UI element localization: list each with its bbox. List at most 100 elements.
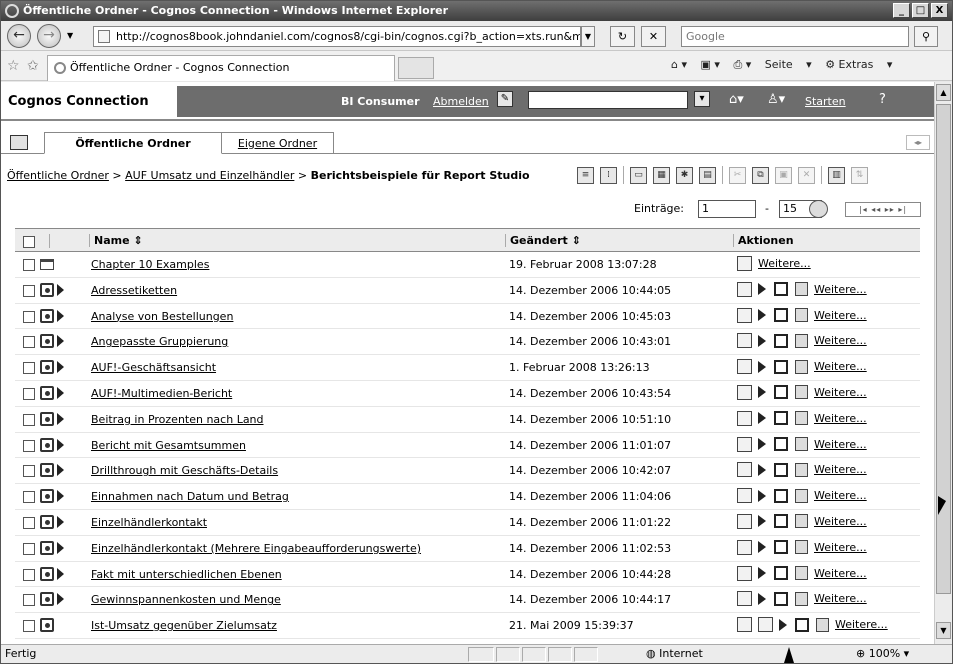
row-checkbox[interactable] xyxy=(23,465,35,478)
run-report-icon[interactable] xyxy=(57,412,64,425)
set-properties-icon[interactable] xyxy=(737,359,752,375)
run-report-icon[interactable] xyxy=(57,335,64,348)
run-report-icon[interactable] xyxy=(57,438,64,451)
row-checkbox[interactable] xyxy=(23,387,35,400)
set-properties-icon[interactable] xyxy=(737,410,752,426)
tools-menu[interactable]: ⚙ Extras ▾ xyxy=(825,58,892,71)
tab-my-folders[interactable]: Eigene Ordner xyxy=(222,132,334,154)
view-output-icon[interactable] xyxy=(795,462,808,477)
list-view-icon[interactable]: ≡ xyxy=(577,166,594,184)
set-properties-icon[interactable] xyxy=(737,256,752,271)
paste-icon[interactable]: ▣ xyxy=(775,166,792,184)
schedule-icon[interactable] xyxy=(774,308,788,323)
row-checkbox[interactable] xyxy=(23,336,35,349)
entries-from-input[interactable]: 1 xyxy=(698,200,756,218)
scroll-down-icon[interactable]: ▼ xyxy=(936,622,951,639)
row-checkbox[interactable] xyxy=(23,259,35,271)
maximize-button[interactable]: □ xyxy=(912,3,929,18)
view-output-icon[interactable] xyxy=(795,282,808,297)
schedule-icon[interactable] xyxy=(774,437,788,452)
forward-button[interactable]: → xyxy=(37,24,61,48)
minimize-button[interactable]: _ xyxy=(893,3,910,18)
column-changed[interactable]: Geändert ⇕ xyxy=(505,234,581,247)
details-view-icon[interactable]: ⁞ xyxy=(600,166,617,184)
run-with-options-icon[interactable] xyxy=(758,463,766,476)
more-link[interactable]: Weitere... xyxy=(814,567,867,580)
view-output-icon[interactable] xyxy=(795,385,808,400)
cut-icon[interactable]: ✂ xyxy=(729,166,746,184)
entry-name-link[interactable]: Ist-Umsatz gegenüber Zielumsatz xyxy=(91,619,277,632)
entry-name-link[interactable]: Einzelhändlerkontakt xyxy=(91,516,207,529)
search-icon[interactable]: ⚲ xyxy=(914,26,938,47)
more-link[interactable]: Weitere... xyxy=(814,541,867,554)
run-report-icon[interactable] xyxy=(57,361,64,374)
view-output-icon[interactable] xyxy=(816,617,829,632)
entry-name-link[interactable]: Beitrag in Prozenten nach Land xyxy=(91,413,264,426)
entry-name-link[interactable]: Chapter 10 Examples xyxy=(91,258,209,271)
view-output-icon[interactable] xyxy=(795,359,808,374)
run-with-options-icon[interactable] xyxy=(758,360,766,373)
portal-home-icon[interactable] xyxy=(10,135,28,150)
schedule-icon[interactable] xyxy=(774,591,788,606)
row-checkbox[interactable] xyxy=(23,491,35,504)
new-agent-icon[interactable]: ✱ xyxy=(676,166,693,184)
launch-menu[interactable]: Starten xyxy=(805,95,846,108)
run-with-options-icon[interactable] xyxy=(758,489,766,502)
new-folder-icon[interactable]: ▭ xyxy=(630,166,647,184)
stop-icon[interactable]: ✕ xyxy=(641,26,666,47)
entry-name-link[interactable]: Einzelhändlerkontakt (Mehrere Eingabeauf… xyxy=(91,542,421,555)
set-properties-icon[interactable] xyxy=(737,436,752,452)
run-report-icon[interactable] xyxy=(57,593,64,606)
page-menu[interactable]: Seite ▾ xyxy=(765,58,812,71)
schedule-icon[interactable] xyxy=(774,566,788,581)
scroll-thumb[interactable] xyxy=(936,104,951,594)
entry-name-link[interactable]: Bericht mit Gesamtsummen xyxy=(91,439,246,452)
history-dropdown-icon[interactable]: ▼ xyxy=(67,31,73,40)
entry-name-link[interactable]: Drillthrough mit Geschäfts-Details xyxy=(91,464,278,477)
new-page-icon[interactable]: ▤ xyxy=(699,166,716,184)
set-properties-icon[interactable] xyxy=(737,384,752,400)
schedule-icon[interactable] xyxy=(774,359,788,374)
run-with-options-icon[interactable] xyxy=(758,334,766,347)
run-with-options-icon[interactable] xyxy=(758,592,766,605)
view-output-icon[interactable] xyxy=(795,540,808,555)
vertical-scrollbar[interactable]: ▲ ▼ xyxy=(934,82,952,644)
row-checkbox[interactable] xyxy=(23,516,35,529)
more-link[interactable]: Weitere... xyxy=(814,360,867,373)
row-checkbox[interactable] xyxy=(23,594,35,607)
row-checkbox[interactable] xyxy=(23,542,35,555)
run-with-options-icon[interactable] xyxy=(758,309,766,322)
breadcrumb-level1[interactable]: AUF Umsatz und Einzelhändler xyxy=(125,169,294,182)
more-link[interactable]: Weitere... xyxy=(814,489,867,502)
view-output-icon[interactable] xyxy=(795,514,808,529)
entry-name-link[interactable]: AUF!-Geschäftsansicht xyxy=(91,361,216,374)
add-favorite-icon[interactable]: ✩ xyxy=(27,58,39,74)
tab-public-folders[interactable]: Öffentliche Ordner xyxy=(44,132,222,154)
row-checkbox[interactable] xyxy=(23,620,35,633)
more-link[interactable]: Weitere... xyxy=(814,334,867,347)
schedule-icon[interactable] xyxy=(795,617,809,632)
schedule-icon[interactable] xyxy=(774,385,788,400)
row-checkbox[interactable] xyxy=(23,439,35,452)
more-link[interactable]: Weitere... xyxy=(814,412,867,425)
entries-go-icon[interactable] xyxy=(809,200,828,218)
entry-name-link[interactable]: Einnahmen nach Datum und Betrag xyxy=(91,490,289,503)
schedule-icon[interactable] xyxy=(774,333,788,348)
favorites-star-icon[interactable]: ☆ xyxy=(7,58,20,74)
address-field[interactable]: http://cognos8book.johndaniel.com/cognos… xyxy=(93,26,581,47)
entry-name-link[interactable]: AUF!-Multimedien-Bericht xyxy=(91,387,232,400)
run-with-options-icon[interactable] xyxy=(758,541,766,554)
home-icon[interactable]: ⌂ ▾ xyxy=(671,58,687,71)
help-menu-icon[interactable]: ? xyxy=(879,92,886,107)
back-button[interactable]: ← xyxy=(7,24,31,48)
entry-name-link[interactable]: Angepasste Gruppierung xyxy=(91,335,228,348)
run-with-options-icon[interactable] xyxy=(758,567,766,580)
schedule-icon[interactable] xyxy=(774,462,788,477)
more-link[interactable]: Weitere... xyxy=(814,438,867,451)
report-view-icon[interactable] xyxy=(758,617,773,633)
more-link[interactable]: Weitere... xyxy=(814,463,867,476)
row-checkbox[interactable] xyxy=(23,362,35,375)
set-properties-icon[interactable] xyxy=(737,591,752,607)
tab-scroll-icon[interactable]: ◂▸ xyxy=(906,135,930,150)
more-link[interactable]: Weitere... xyxy=(814,592,867,605)
